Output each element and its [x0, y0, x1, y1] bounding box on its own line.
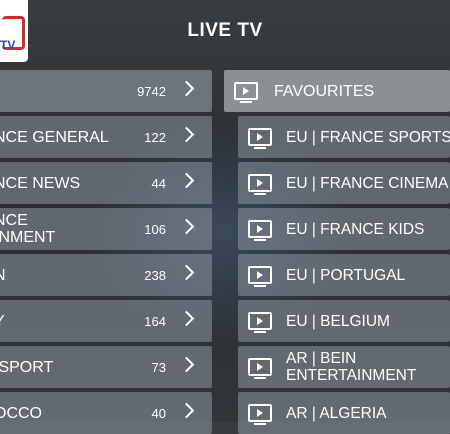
channel-item[interactable]: AR | ALGERIA [238, 392, 450, 434]
tv-icon [248, 404, 272, 425]
category-count: 40 [151, 405, 166, 421]
chevron-right-icon [178, 218, 195, 235]
chevron-right-icon [178, 356, 195, 373]
channel-label: EU | FRANCE SPORTS [286, 128, 450, 146]
chevron-right-icon [178, 264, 195, 281]
channel-label: AR | ALGERIA [286, 404, 387, 422]
channel-item[interactable]: AR | BEIN ENTERTAINMENT [238, 346, 450, 388]
category-item[interactable]: NCE GENERAL 122 [0, 116, 212, 158]
category-item-all[interactable]: 9742 [0, 70, 212, 112]
category-label: N [0, 254, 6, 296]
tv-icon [248, 220, 272, 241]
chevron-right-icon [178, 126, 195, 143]
category-item[interactable]: NCE NEWS 44 [0, 162, 212, 204]
favourites-item[interactable]: FAVOURITES [224, 70, 450, 112]
category-label: NCE INMENT [0, 212, 56, 246]
chevron-right-icon [178, 80, 195, 97]
tv-icon [248, 266, 272, 287]
category-count: 164 [144, 313, 166, 329]
channel-label: AR | BEIN ENTERTAINMENT [286, 350, 417, 384]
category-item[interactable]: OCCO 40 [0, 392, 212, 434]
category-label: OCCO [0, 404, 42, 422]
channel-item[interactable]: EU | FRANCE SPORTS [238, 116, 450, 158]
chevron-right-icon [178, 172, 195, 189]
channel-item[interactable]: EU | FRANCE KIDS [238, 208, 450, 250]
category-label: SPORT [0, 358, 54, 376]
channel-label: EU | FRANCE KIDS [286, 220, 425, 238]
category-item[interactable]: Y 164 [0, 300, 212, 342]
channel-label: EU | FRANCE CINEMA [286, 174, 449, 192]
category-count: 238 [144, 267, 166, 283]
tv-icon [248, 312, 272, 333]
category-count: 122 [144, 129, 166, 145]
chevron-right-icon [178, 310, 195, 327]
category-count: 9742 [137, 83, 166, 99]
category-count: 106 [144, 221, 166, 237]
category-label: NCE GENERAL [0, 128, 109, 146]
tv-icon [248, 174, 272, 195]
channel-label: EU | BELGIUM [286, 312, 390, 330]
channel-item[interactable]: EU | FRANCE CINEMA [238, 162, 450, 204]
category-item[interactable]: N 238 [0, 254, 212, 296]
channel-label: EU | PORTUGAL [286, 266, 406, 284]
category-label: Y [0, 300, 5, 342]
category-item[interactable]: NCE INMENT 106 [0, 208, 212, 250]
category-label: NCE NEWS [0, 174, 81, 192]
category-count: 73 [151, 359, 166, 375]
favourites-label: FAVOURITES [274, 82, 375, 100]
channel-item[interactable]: EU | PORTUGAL [238, 254, 450, 296]
tv-icon [234, 82, 258, 103]
tv-icon [248, 128, 272, 149]
tv-icon [248, 358, 272, 379]
page-title: LIVE TV [187, 20, 263, 41]
category-item[interactable]: SPORT 73 [0, 346, 212, 388]
category-count: 44 [151, 175, 166, 191]
channel-item[interactable]: EU | BELGIUM [238, 300, 450, 342]
chevron-right-icon [178, 402, 195, 419]
